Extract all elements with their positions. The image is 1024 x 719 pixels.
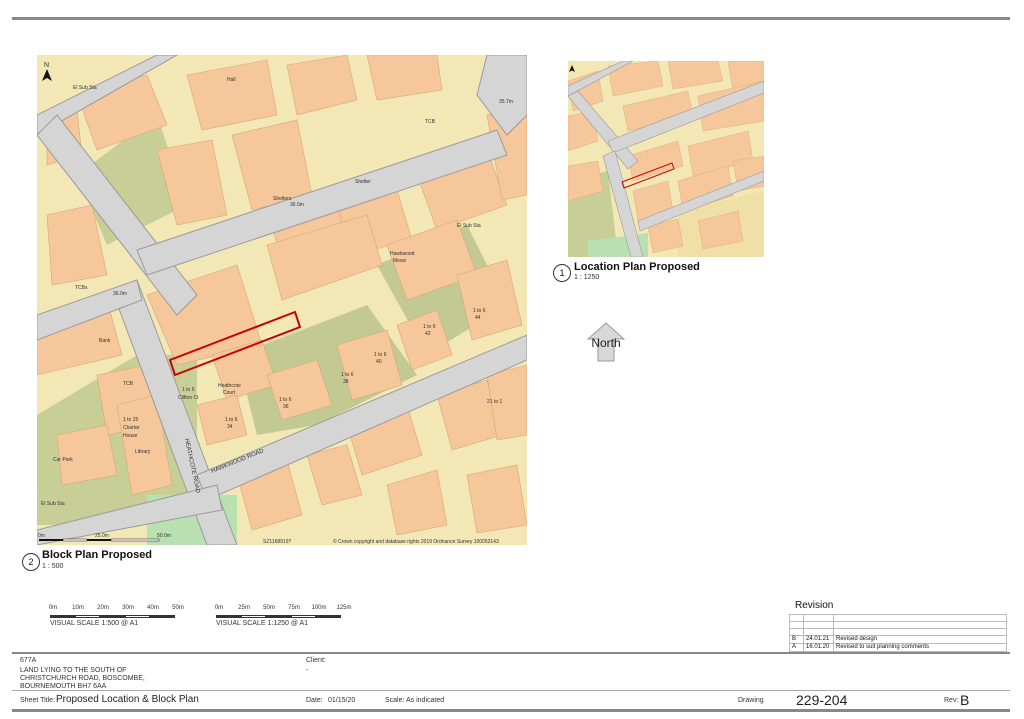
map-label: 1 to 6 — [279, 397, 292, 403]
visual-scale-caption: VISUAL SCALE 1:1250 @ A1 — [216, 620, 309, 627]
visual-scale-1250: 0m 25m 50m 75m 100m 125m VISUAL SCALE 1:… — [214, 605, 352, 627]
map-label: 34 — [227, 424, 233, 430]
block-plan-map-graphic: El Sub Sta Hall Shelter Shelters 36.0m 3… — [37, 55, 527, 545]
map-label: Car Park — [53, 457, 73, 463]
map-label: 1 to 25 — [123, 417, 139, 423]
block-plan-title: Block Plan Proposed — [42, 549, 153, 561]
map-label: 36.0m — [113, 291, 127, 297]
title-block-rule — [12, 690, 1010, 691]
svg-text:N: N — [44, 62, 49, 69]
top-border-rule — [12, 17, 1010, 20]
svg-text:25.0m: 25.0m — [95, 533, 109, 539]
map-label: Hall — [227, 77, 236, 83]
revision-table: B 24.01.21 Revised design A 16.01.20 Revised… — [789, 614, 1007, 652]
scale-tick-label: 50m — [172, 605, 184, 611]
map-label: 36.0m — [290, 202, 304, 208]
block-plan-map: El Sub Sta Hall Shelter Shelters 36.0m 3… — [37, 55, 527, 545]
title-block-rule — [12, 652, 1010, 654]
svg-text:0m: 0m — [38, 533, 45, 539]
map-label: TCB — [123, 381, 134, 387]
map-label: El Sub Sta — [41, 501, 65, 507]
address-line: CHRISTCHURCH ROAD, BOSCOMBE, — [20, 675, 145, 682]
revision-row — [789, 614, 1007, 622]
map-label: Hawkwood — [390, 251, 415, 257]
map-label: El Sub Sta — [457, 223, 481, 229]
map-label: 44 — [475, 315, 481, 321]
map-label: 1 to 6 — [423, 324, 436, 330]
north-label: North — [591, 336, 621, 350]
scale-tick-label: 25m — [238, 605, 250, 611]
map-label: TCBs — [75, 285, 88, 291]
scale-tick-label: 50m — [263, 605, 275, 611]
map-label: 42 — [425, 331, 431, 337]
map-label: Mews — [393, 258, 407, 264]
north-arrow: North — [586, 322, 626, 362]
client-value: - — [306, 667, 309, 674]
location-plan-map-graphic — [568, 61, 764, 257]
rev-label: Rev: — [944, 697, 959, 704]
address-line: LAND LYING TO THE SOUTH OF — [20, 667, 127, 674]
map-label: 1 to 6 — [473, 308, 486, 314]
visual-scale-500: 0m 10m 20m 30m 40m 50m VISUAL SCALE 1:50… — [48, 605, 184, 627]
address-line: BOURNEMOUTH BH7 6AA — [20, 683, 107, 690]
map-label: 1 to 6 — [225, 417, 238, 423]
map-label: Court — [223, 390, 236, 396]
map-label: 21 to 1 — [487, 399, 503, 405]
visual-scale-caption: VISUAL SCALE 1:500 @ A1 — [50, 620, 139, 627]
scale-tick-label: 10m — [72, 605, 84, 611]
date-label: Date: — [306, 697, 323, 704]
revision-row: A 16.01.20 Revised to suit planning commen… — [789, 643, 1007, 652]
map-label: Heathcote — [218, 383, 241, 389]
drawing-number: 229-204 — [796, 692, 848, 708]
revision-row — [789, 628, 1007, 636]
sheet-title-label: Sheet Title: — [20, 697, 56, 704]
scale-label: Scale: — [385, 697, 405, 704]
map-copyright: © Crown copyright and database rights 20… — [333, 538, 499, 545]
scale-tick-label: 0m — [214, 605, 224, 611]
map-label: 40 — [376, 359, 382, 365]
rev-value: B — [960, 692, 970, 708]
svg-text:50.0m: 50.0m — [157, 533, 171, 539]
map-label: Clifton Ct — [178, 395, 199, 401]
scale-value: As indicated — [406, 697, 445, 704]
drawing-label: Drawing — [738, 697, 764, 704]
map-label: 1 to 6 — [341, 372, 354, 378]
grid-reference: SZ1168919? — [263, 539, 291, 545]
scale-tick-label: 20m — [97, 605, 109, 611]
scale-tick-label: 0m — [48, 605, 58, 611]
date-value: 01/15/20 — [328, 697, 356, 704]
bottom-border-rule — [12, 709, 1010, 712]
scale-tick-label: 125m — [336, 605, 352, 611]
map-label: El Sub Sta — [73, 85, 97, 91]
map-label: Charter — [123, 425, 140, 431]
map-label: Library — [135, 449, 151, 455]
scale-tick-label: 100m — [311, 605, 327, 611]
map-label: 38 — [343, 379, 349, 385]
map-label: 1 to 6 — [374, 352, 387, 358]
revision-heading: Revision — [795, 600, 834, 611]
location-plan-view-number: 1 — [553, 264, 571, 282]
client-label: Client: — [306, 657, 326, 664]
map-label: 36 — [283, 404, 289, 410]
location-plan-scale: 1 : 1250 — [574, 274, 600, 281]
map-label: 1 to 6 — [182, 387, 195, 393]
scale-tick-label: 40m — [147, 605, 159, 611]
revision-row: B 24.01.21 Revised design — [789, 635, 1007, 644]
sheet-title: Proposed Location & Block Plan — [56, 694, 199, 705]
block-plan-view-number: 2 — [22, 553, 40, 571]
scale-tick-label: 75m — [288, 605, 300, 611]
scale-tick-label: 30m — [122, 605, 134, 611]
map-label: House — [123, 433, 138, 439]
job-number: 677A — [20, 657, 37, 664]
map-label: Bank — [99, 338, 111, 344]
location-plan-title: Location Plan Proposed — [574, 261, 700, 273]
revision-row — [789, 621, 1007, 629]
map-label: 35.7m — [499, 99, 513, 105]
map-label: Shelter — [355, 179, 371, 185]
block-plan-scale: 1 : 500 — [42, 563, 64, 570]
location-plan-map — [568, 61, 764, 257]
map-label: TCB — [425, 119, 436, 125]
